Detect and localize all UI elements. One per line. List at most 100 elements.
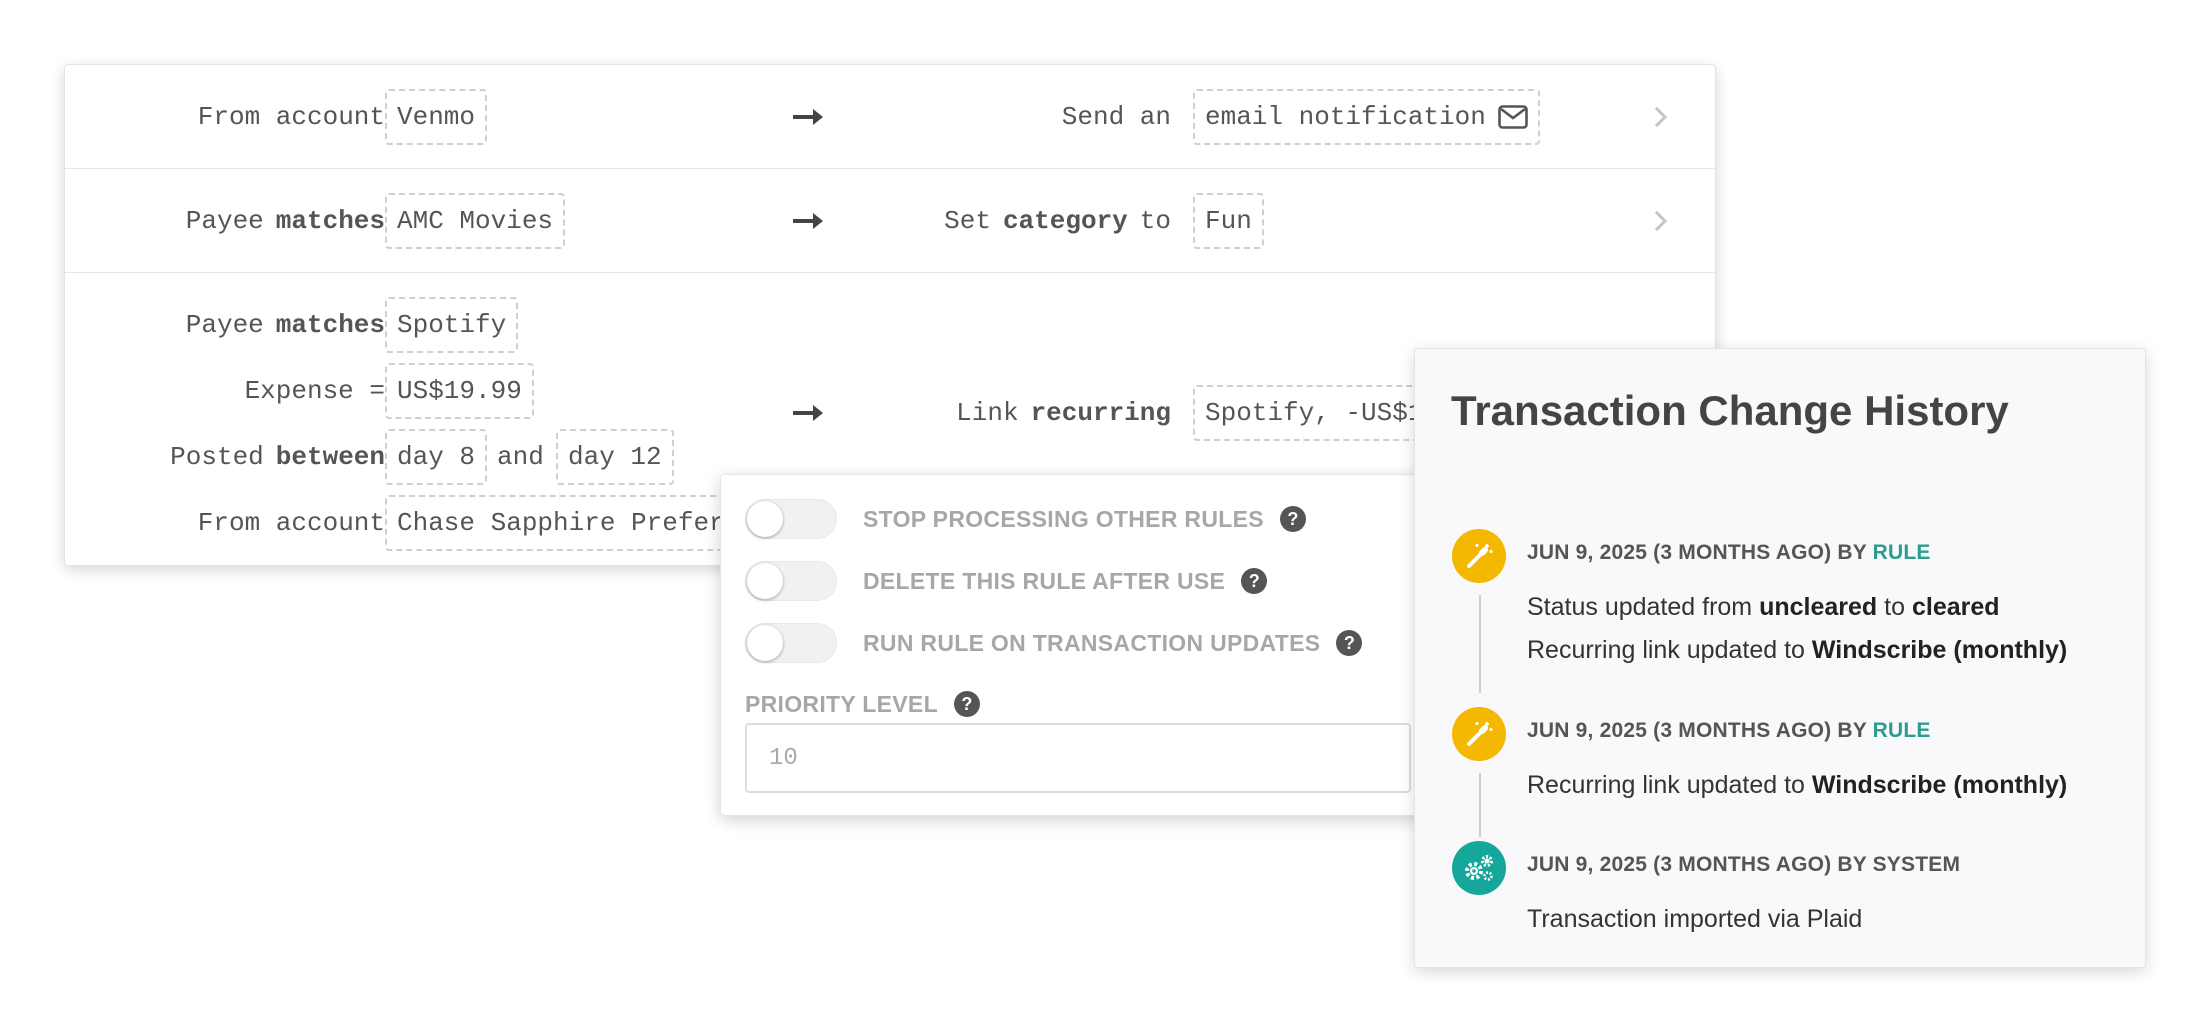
option-run-on-updates: RUN RULE ON TRANSACTION UPDATES ? — [745, 621, 1363, 665]
rule-condition-account: From account — [198, 495, 385, 551]
action-suffix: to — [1139, 206, 1171, 236]
change-mid: to — [1884, 593, 1906, 621]
account-label: From account — [197, 508, 385, 538]
timeline-connector — [1479, 595, 1481, 693]
arrow-right-icon — [793, 385, 825, 441]
gears-icon — [1452, 841, 1506, 895]
toggle-knob — [747, 563, 783, 599]
posted-and: and — [497, 442, 544, 472]
change-value: Windscribe (monthly) — [1811, 636, 2068, 664]
condition-operator: matches — [275, 206, 385, 236]
action-word: Link — [956, 398, 1019, 428]
arrow-right-icon — [793, 89, 825, 145]
payee-value: Spotify — [397, 310, 507, 340]
rule-condition-payee: Payee matches — [186, 297, 385, 353]
priority-level-label-row: PRIORITY LEVEL ? — [745, 689, 980, 719]
action-value: email notification — [1205, 102, 1486, 132]
option-delete-after-use: DELETE THIS RULE AFTER USE ? — [745, 559, 1268, 603]
event-actor-link[interactable]: RULE — [1873, 719, 1931, 742]
rule-condition-expense: Expense = — [245, 363, 385, 419]
condition-word: Payee — [185, 206, 264, 236]
event-actor-link[interactable]: RULE — [1873, 541, 1931, 564]
option-stop-processing: STOP PROCESSING OTHER RULES ? — [745, 497, 1306, 541]
event-date: JUN 9, 2025 (3 MONTHS AGO) BY — [1527, 719, 1867, 742]
rule-row-amc[interactable]: Payee matches AMC Movies Set category to… — [65, 169, 1715, 273]
action-value: Spotify, -US$1 — [1205, 398, 1424, 428]
change-value: Windscribe (monthly) — [1811, 771, 2068, 799]
priority-level-input[interactable] — [745, 723, 1411, 793]
change-prefix: Recurring link updated to — [1527, 771, 1805, 799]
stop-processing-label: STOP PROCESSING OTHER RULES — [863, 505, 1264, 532]
condition-value-pill[interactable]: Venmo — [385, 89, 488, 145]
help-icon[interactable]: ? — [953, 691, 980, 717]
posted-word: Posted — [170, 442, 264, 472]
action-field: category — [1002, 206, 1128, 236]
expense-value-pill[interactable]: US$19.99 — [385, 363, 534, 419]
event-change-line: Transaction imported via Plaid — [1527, 905, 1863, 933]
event-header: JUN 9, 2025 (3 MONTHS AGO) BY RULE — [1527, 541, 1931, 565]
change-prefix: Status updated from — [1527, 593, 1753, 621]
rule-action: Set category to — [944, 193, 1171, 249]
rule-condition: From account — [198, 89, 385, 145]
condition-value: AMC Movies — [397, 206, 554, 236]
change-from: uncleared — [1759, 593, 1878, 621]
account-value-pill[interactable]: Chase Sapphire Preferr — [385, 495, 745, 551]
condition-label: From account — [197, 102, 385, 132]
posted-to-pill[interactable]: day 12 — [556, 429, 674, 485]
rule-options-popover: STOP PROCESSING OTHER RULES ? DELETE THI… — [720, 474, 1434, 816]
posted-from: day 8 — [397, 442, 476, 472]
action-value-pill[interactable]: Spotify, -US$1 — [1193, 385, 1433, 441]
run-on-updates-toggle[interactable] — [745, 623, 837, 663]
run-on-updates-label: RUN RULE ON TRANSACTION UPDATES — [863, 629, 1321, 656]
transaction-change-history-card: Transaction Change History JUN 9, 2025 (… — [1414, 348, 2146, 968]
help-icon[interactable]: ? — [1241, 568, 1268, 594]
event-date: JUN 9, 2025 (3 MONTHS AGO) BY — [1527, 541, 1867, 564]
toggle-knob — [747, 501, 783, 537]
event-change-line: Recurring link updated to Windscribe (mo… — [1527, 636, 2067, 665]
help-icon[interactable]: ? — [1279, 506, 1306, 532]
action-prefix: Send an — [1061, 102, 1171, 132]
posted-to: day 12 — [568, 442, 662, 472]
action-word: Set — [944, 206, 991, 236]
action-value-pill[interactable]: Fun — [1193, 193, 1264, 249]
action-value-pill[interactable]: email notification — [1193, 89, 1540, 145]
help-icon[interactable]: ? — [1336, 630, 1363, 656]
chevron-right-icon[interactable] — [1651, 102, 1671, 132]
event-header: JUN 9, 2025 (3 MONTHS AGO) BY RULE — [1527, 719, 1931, 743]
change-prefix: Recurring link updated to — [1527, 636, 1805, 664]
envelope-icon — [1498, 105, 1528, 129]
magic-wand-icon — [1452, 529, 1506, 583]
delete-after-use-toggle[interactable] — [745, 561, 837, 601]
event-change-line: Recurring link updated to Windscribe (mo… — [1527, 771, 2067, 800]
history-title: Transaction Change History — [1451, 387, 2009, 434]
delete-after-use-label: DELETE THIS RULE AFTER USE — [863, 567, 1226, 594]
account-value: Chase Sapphire Preferr — [397, 508, 741, 538]
arrow-right-icon — [793, 193, 825, 249]
magic-wand-icon — [1452, 707, 1506, 761]
posted-from-pill[interactable]: day 8 — [385, 429, 488, 485]
expense-label: Expense = — [244, 376, 385, 406]
action-value: Fun — [1205, 206, 1252, 236]
action-field: recurring — [1030, 398, 1171, 428]
rule-row-venmo[interactable]: From account Venmo Send an email notific… — [65, 65, 1715, 169]
timeline-connector — [1479, 773, 1481, 837]
rule-condition-posted: Posted between — [170, 429, 385, 485]
posted-operator: between — [275, 442, 385, 472]
rule-condition: Payee matches — [186, 193, 385, 249]
condition-value-pill[interactable]: AMC Movies — [385, 193, 566, 249]
change-to: cleared — [1911, 593, 2000, 621]
priority-level-label: PRIORITY LEVEL — [745, 690, 938, 717]
condition-word: Payee — [185, 310, 264, 340]
condition-operator: matches — [275, 310, 385, 340]
expense-value: US$19.99 — [397, 376, 522, 406]
toggle-knob — [747, 625, 783, 661]
rule-action: Link recurring — [956, 385, 1171, 441]
payee-value-pill[interactable]: Spotify — [385, 297, 519, 353]
event-header: JUN 9, 2025 (3 MONTHS AGO) BY SYSTEM — [1527, 853, 1960, 877]
event-change-line: Status updated from uncleared to cleared — [1527, 593, 2000, 622]
rule-action: Send an — [1062, 89, 1171, 145]
stop-processing-toggle[interactable] — [745, 499, 837, 539]
event-date: JUN 9, 2025 (3 MONTHS AGO) BY SYSTEM — [1527, 853, 1961, 876]
condition-value: Venmo — [397, 102, 476, 132]
chevron-right-icon[interactable] — [1651, 206, 1671, 236]
